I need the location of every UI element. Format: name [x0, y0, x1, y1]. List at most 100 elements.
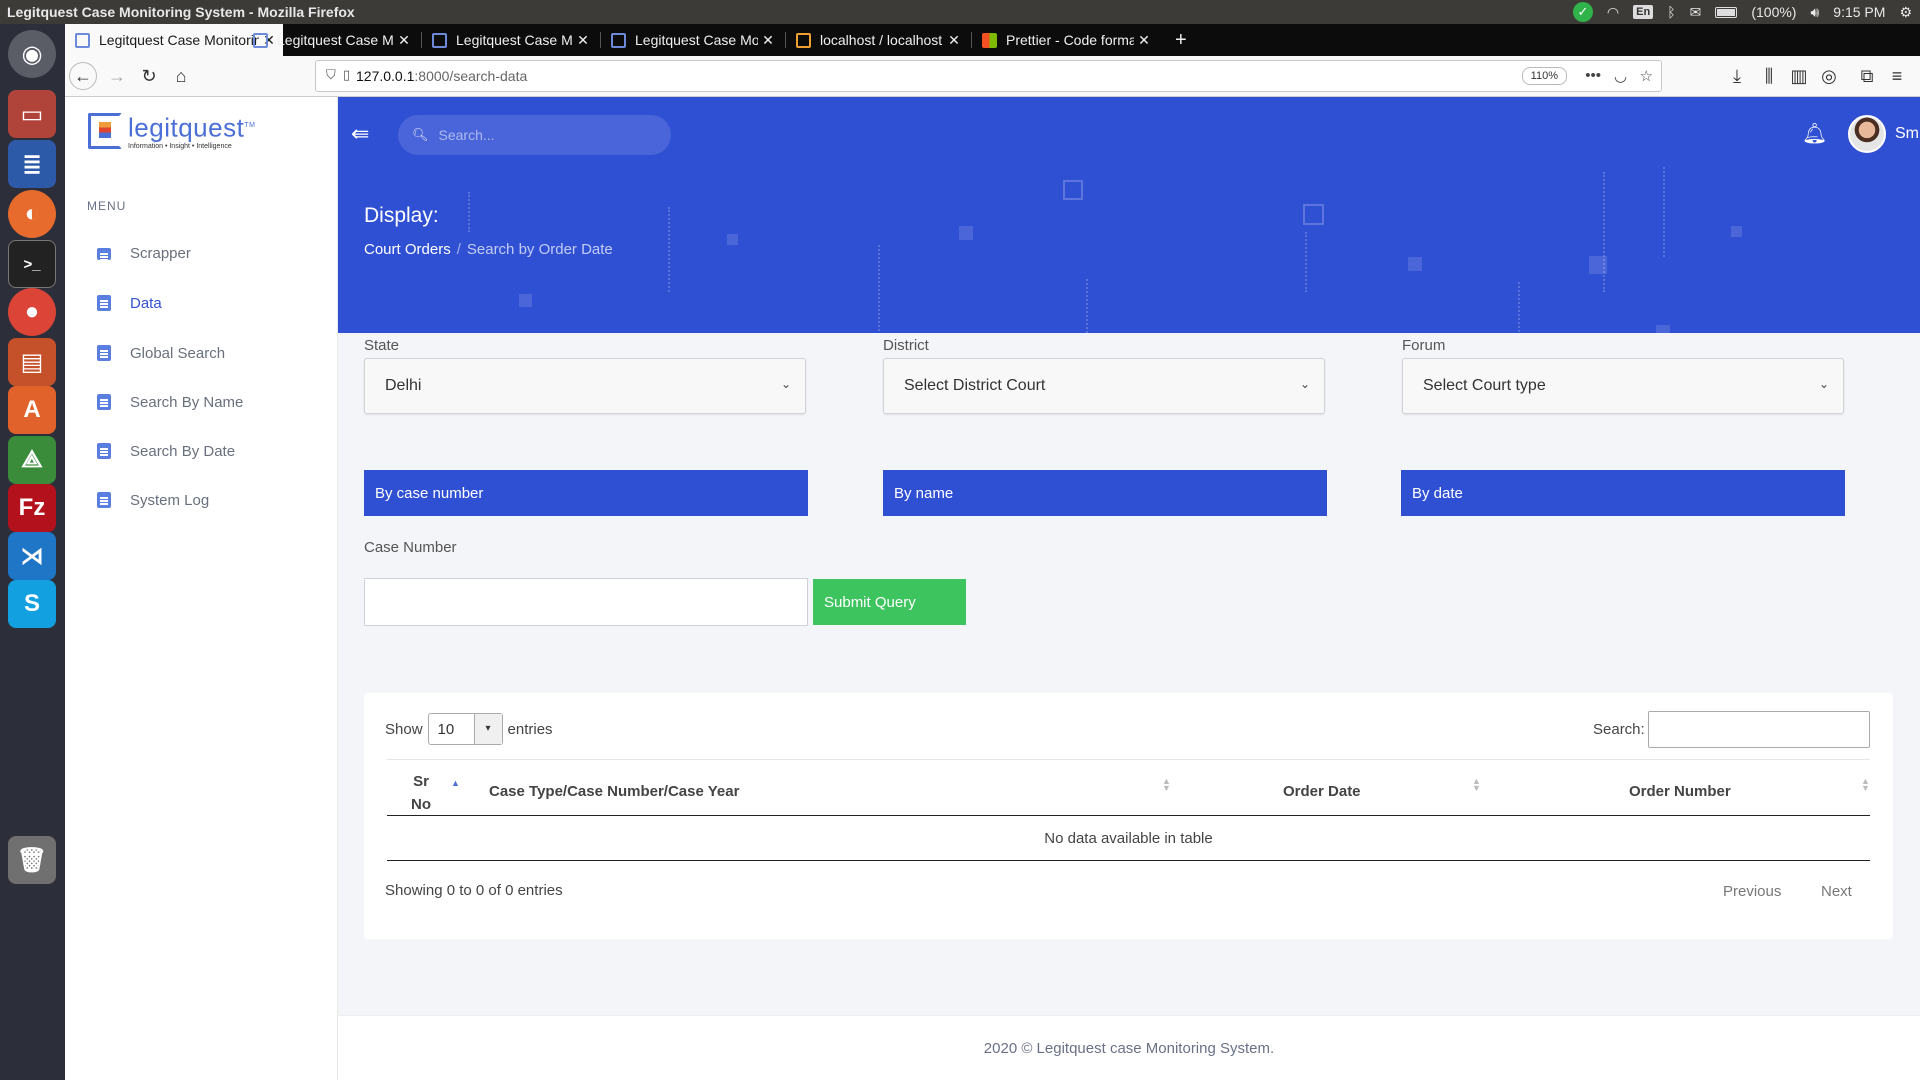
decor-line [468, 192, 470, 232]
forward-arrow-icon[interactable]: → [103, 62, 131, 90]
sidebar-item-data[interactable]: Data [65, 285, 338, 321]
table-search-input[interactable] [1647, 711, 1870, 748]
tab-title: localhost / localhost / demo [820, 32, 944, 48]
close-tab-icon[interactable]: ✕ [394, 32, 414, 49]
user-menu[interactable]: Smith▾ [1895, 125, 1920, 143]
pocket-icon[interactable]: ◡ [1614, 67, 1627, 85]
browser-tab[interactable]: Prettier - Code formatter ✕ [972, 24, 1158, 56]
decor-line [1086, 279, 1088, 333]
close-tab-icon[interactable]: ✕ [758, 32, 778, 49]
by-case-number-button[interactable]: By case number [364, 470, 808, 516]
dash-home-icon[interactable]: ◉ [8, 30, 56, 78]
previous-page-button[interactable]: Previous [1723, 883, 1781, 900]
menu-toggle-icon[interactable]: ⇚ [351, 121, 369, 147]
close-tab-icon[interactable]: ✕ [573, 32, 593, 49]
system-gear-icon[interactable]: ⚙ [1899, 4, 1912, 21]
sidebar-item-global-search[interactable]: Global Search [65, 335, 338, 371]
district-select[interactable]: Select District Court ⌄ [883, 358, 1325, 414]
os-top-panel: Legitquest Case Monitoring System - Mozi… [0, 0, 1920, 24]
chevron-down-icon: ⌄ [1299, 377, 1310, 391]
new-tab-button[interactable]: + [1165, 24, 1195, 56]
account-icon[interactable]: ◎ [1815, 62, 1843, 90]
chrome-icon[interactable]: ● [8, 288, 56, 336]
browser-tab[interactable]: localhost / localhost / demo ✕ [786, 24, 968, 56]
writer-icon[interactable]: ≣ [8, 140, 56, 188]
sidebar-item-scrapper[interactable]: Scrapper [65, 235, 338, 271]
favicon-icon [982, 32, 997, 48]
browser-tab[interactable]: Legitquest Case Monitoring System ✕ [422, 24, 597, 56]
hamburger-menu-icon[interactable]: ≡ [1883, 62, 1911, 90]
sort-icon[interactable]: ▲ ▼ [1861, 777, 1870, 793]
mail-icon[interactable]: ✉ [1690, 4, 1702, 21]
column-case[interactable]: Case Type/Case Number/Case Year [489, 783, 739, 800]
extensions-icon[interactable]: ⧉ [1853, 62, 1881, 90]
bluetooth-icon[interactable]: ᛒ [1667, 4, 1675, 20]
skype-icon[interactable]: S [8, 580, 56, 628]
url-bar[interactable]: ⛉ ▯ 127.0.0.1:8000/search-data 110% ••• … [315, 60, 1662, 92]
update-check-icon[interactable]: ✓ [1572, 2, 1593, 22]
column-order-date[interactable]: Order Date [1283, 783, 1361, 800]
decor-square [959, 226, 973, 240]
forum-select[interactable]: Select Court type ⌄ [1402, 358, 1844, 414]
table-header: Sr No ▲ Case Type/Case Number/Case Year … [387, 759, 1870, 816]
sort-icon[interactable]: ▲ ▼ [1162, 777, 1171, 793]
sidebar-item-search-by-name[interactable]: Search By Name [65, 384, 338, 420]
firefox-icon[interactable]: ◐ [8, 190, 56, 238]
trash-icon[interactable]: 🗑︎ [8, 836, 56, 884]
battery-percent: (100%) [1751, 4, 1797, 20]
sidebar-item-label: Global Search [130, 344, 226, 362]
browser-tab[interactable]: Legitquest Case Monitoring System ✕ [601, 24, 782, 56]
page-length-select[interactable]: 10 ▾ [427, 713, 503, 745]
dropdown-arrow-icon: ▾ [473, 714, 502, 744]
page-info-icon[interactable]: ▯ [343, 67, 350, 83]
page-actions-icon[interactable]: ••• [1585, 67, 1601, 84]
case-number-input[interactable] [364, 578, 808, 626]
by-date-button[interactable]: By date [1401, 470, 1845, 516]
breadcrumb-link[interactable]: Court Orders [364, 241, 451, 258]
sidebar: legitquestTM Information • Insight • Int… [65, 97, 338, 1080]
zoom-level[interactable]: 110% [1521, 67, 1567, 85]
column-sr-no[interactable]: Sr No [407, 770, 435, 816]
downloads-icon[interactable]: ⤓ [1723, 62, 1751, 90]
filezilla-icon[interactable]: Fz [8, 484, 56, 532]
breadcrumb: Court Orders / Search by Order Date [364, 241, 613, 258]
bookmark-star-icon[interactable]: ☆ [1640, 67, 1653, 85]
volume-icon[interactable]: 🔊︎ [1810, 4, 1819, 21]
sidebar-toggle-icon[interactable]: ▥ [1785, 62, 1813, 90]
sort-asc-icon[interactable]: ▲ [451, 779, 460, 788]
header-search-input[interactable]: 🔍︎ Search... [398, 115, 671, 155]
browser-tab[interactable]: Legitquest Case Monitoring System ✕ [243, 24, 418, 56]
legitquest-logo[interactable]: legitquestTM Information • Insight • Int… [88, 113, 255, 150]
clock[interactable]: 9:15 PM [1833, 4, 1885, 20]
results-card: Show 10 ▾ entries Search: Sr No ▲ Case T… [364, 693, 1893, 939]
sidebar-item-search-by-date[interactable]: Search By Date [65, 433, 338, 469]
next-page-button[interactable]: Next [1821, 883, 1852, 900]
back-arrow-icon[interactable]: ← [69, 62, 97, 90]
close-tab-icon[interactable]: ✕ [1134, 32, 1154, 49]
terminal-icon[interactable]: >_ [8, 240, 56, 288]
sidebar-item-system-log[interactable]: System Log [65, 482, 338, 518]
submit-query-button[interactable]: Submit Query [813, 579, 966, 625]
column-order-number[interactable]: Order Number [1629, 783, 1731, 800]
android-studio-icon[interactable]: ⟁ [8, 436, 56, 484]
by-name-button[interactable]: By name [883, 470, 1327, 516]
sort-icon[interactable]: ▲ ▼ [1472, 777, 1481, 793]
state-select[interactable]: Delhi ⌄ [364, 358, 806, 414]
table-search: Search: [1593, 711, 1870, 748]
files-icon[interactable]: ▭ [8, 90, 56, 138]
wifi-icon[interactable]: ◠ [1607, 4, 1619, 21]
close-tab-icon[interactable]: ✕ [944, 32, 964, 49]
tracking-shield-icon[interactable]: ⛉ [326, 67, 336, 83]
battery-icon[interactable] [1715, 6, 1738, 18]
impress-icon[interactable]: ▤ [8, 338, 56, 386]
home-icon[interactable]: ⌂ [167, 62, 195, 90]
vscode-icon[interactable]: ⋊ [8, 532, 56, 580]
table-search-label: Search: [1593, 721, 1645, 738]
reload-icon[interactable]: ↻ [135, 62, 163, 90]
keyboard-layout-indicator[interactable]: En [1633, 5, 1654, 19]
avatar[interactable] [1848, 115, 1886, 153]
software-center-icon[interactable]: A [8, 386, 56, 434]
library-icon[interactable]: ⫼ [1755, 62, 1783, 90]
favicon-icon [796, 32, 811, 48]
notification-bell-icon[interactable]: 🔔︎ [1802, 121, 1827, 146]
